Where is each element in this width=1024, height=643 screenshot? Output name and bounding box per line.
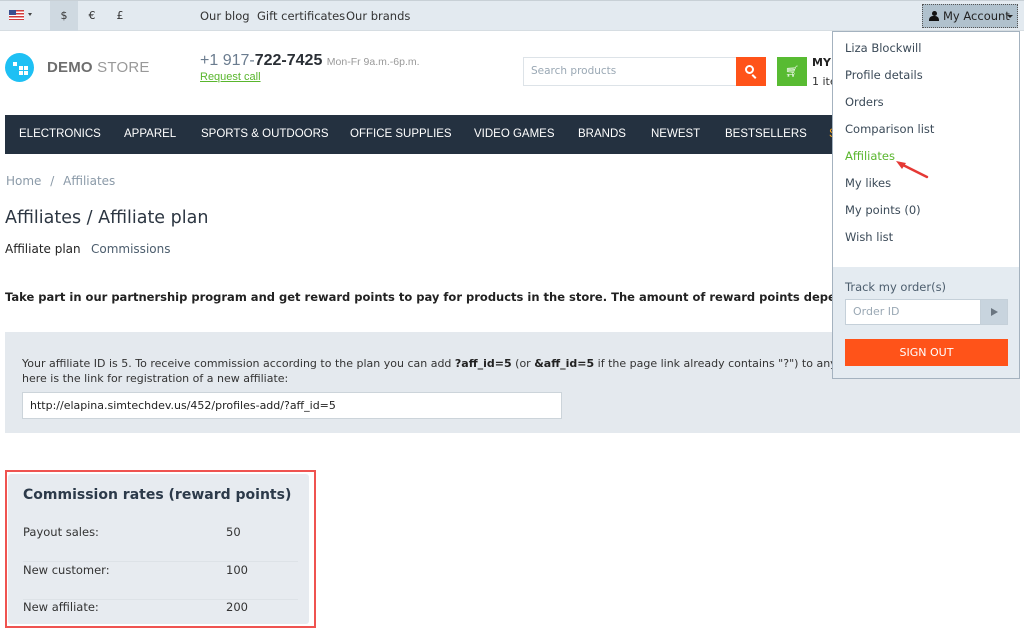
tab-commissions[interactable]: Commissions: [91, 242, 170, 256]
language-caret-icon[interactable]: [28, 13, 32, 16]
commission-value: 200: [226, 600, 248, 614]
breadcrumb-home[interactable]: Home: [6, 174, 41, 188]
cart-button[interactable]: 🛒︎: [777, 57, 807, 86]
annotation-arrow-icon: [896, 161, 929, 179]
nav-sports-outdoors[interactable]: SPORTS & OUTDOORS: [201, 115, 329, 154]
account-dropdown: Liza Blockwill Profile details Orders Co…: [832, 31, 1020, 379]
phone-number: +1 917-722-7425 Mon-Fr 9a.m.-6p.m.: [200, 52, 420, 70]
menu-item-wish-list[interactable]: Wish list: [845, 230, 893, 244]
top-bar: $ € £ Our blog Gift certificates Our bra…: [0, 0, 1024, 31]
menu-item-comparison-list[interactable]: Comparison list: [845, 122, 934, 136]
commission-row: Payout sales: 50: [23, 525, 298, 562]
intro-text: Take part in our partnership program and…: [5, 290, 924, 304]
our-blog-link[interactable]: Our blog: [200, 1, 250, 31]
our-brands-link[interactable]: Our brands: [346, 1, 410, 31]
registration-link-input[interactable]: http://elapina.simtechdev.us/452/profile…: [22, 392, 562, 419]
sign-out-button[interactable]: SIGN OUT: [845, 339, 1008, 366]
breadcrumb: Home / Affiliates: [6, 174, 115, 188]
phone-main: 722-7425: [254, 52, 323, 69]
track-order-section: Track my order(s) Order ID SIGN OUT: [833, 267, 1019, 378]
my-account-button[interactable]: My Account: [922, 4, 1018, 28]
nav-video-games[interactable]: VIDEO GAMES: [474, 115, 555, 154]
menu-item-profile-details[interactable]: Profile details: [845, 68, 923, 82]
us-flag-icon[interactable]: [9, 10, 24, 20]
order-id-input[interactable]: Order ID: [845, 299, 980, 325]
logo-text[interactable]: DEMO STORE: [47, 59, 150, 76]
commission-row: New affiliate: 200: [23, 600, 298, 637]
menu-item-my-likes[interactable]: My likes: [845, 176, 891, 190]
commission-row: New customer: 100: [23, 563, 298, 600]
menu-item-orders[interactable]: Orders: [845, 95, 884, 109]
user-icon: [929, 11, 939, 21]
menu-item-my-points[interactable]: My points (0): [845, 203, 921, 217]
request-call-link[interactable]: Request call: [200, 71, 261, 83]
info-text-line-2: here is the link for registration of a n…: [22, 372, 289, 385]
nav-newest[interactable]: NEWEST: [651, 115, 700, 154]
currency-eur[interactable]: €: [78, 1, 106, 31]
currency-gbp[interactable]: £: [106, 1, 134, 31]
page-title: Affiliates / Affiliate plan: [5, 208, 209, 228]
commission-value: 50: [226, 525, 241, 539]
logo-icon[interactable]: [5, 53, 34, 82]
menu-item-affiliates[interactable]: Affiliates: [845, 149, 895, 163]
aff-param-code-alt: &aff_id=5: [534, 357, 595, 370]
cart-icon: 🛒︎: [785, 65, 799, 78]
search-input[interactable]: Search products: [523, 57, 737, 86]
search-button[interactable]: [736, 57, 766, 86]
play-arrow-icon[interactable]: [980, 299, 1008, 325]
commission-label: New affiliate:: [23, 600, 99, 614]
currency-usd[interactable]: $: [50, 1, 78, 31]
nav-bestsellers[interactable]: BESTSELLERS: [725, 115, 807, 154]
commission-title: Commission rates (reward points): [23, 487, 292, 503]
logo-bold: DEMO: [47, 59, 93, 76]
breadcrumb-current: Affiliates: [63, 174, 116, 188]
aff-param-code: ?aff_id=5: [454, 357, 512, 370]
cart-title[interactable]: MY: [812, 56, 831, 69]
phone-prefix: +1 917-: [200, 52, 255, 69]
track-order-label: Track my order(s): [845, 280, 947, 294]
menu-item-user-name[interactable]: Liza Blockwill: [845, 41, 921, 55]
nav-electronics[interactable]: ELECTRONICS: [19, 115, 101, 154]
chevron-down-icon: [1007, 15, 1013, 18]
nav-brands[interactable]: BRANDS: [578, 115, 626, 154]
breadcrumb-separator: /: [50, 174, 55, 188]
gift-certificates-link[interactable]: Gift certificates: [257, 1, 345, 31]
commission-value: 100: [226, 563, 248, 577]
logo-light: STORE: [92, 59, 150, 76]
commission-label: New customer:: [23, 563, 110, 577]
business-hours: Mon-Fr 9a.m.-6p.m.: [326, 56, 420, 68]
commission-label: Payout sales:: [23, 525, 99, 539]
commission-rates-box: Commission rates (reward points) Payout …: [8, 474, 309, 624]
search-icon: [745, 65, 754, 74]
nav-apparel[interactable]: APPAREL: [124, 115, 176, 154]
info-text-3: if the page link already contains "?") t…: [594, 357, 854, 370]
info-text-2: (or: [511, 357, 535, 370]
tab-affiliate-plan[interactable]: Affiliate plan: [5, 242, 81, 256]
nav-office-supplies[interactable]: OFFICE SUPPLIES: [350, 115, 452, 154]
my-account-label: My Account: [943, 9, 1010, 23]
info-text-1: Your affiliate ID is 5. To receive commi…: [22, 357, 455, 370]
